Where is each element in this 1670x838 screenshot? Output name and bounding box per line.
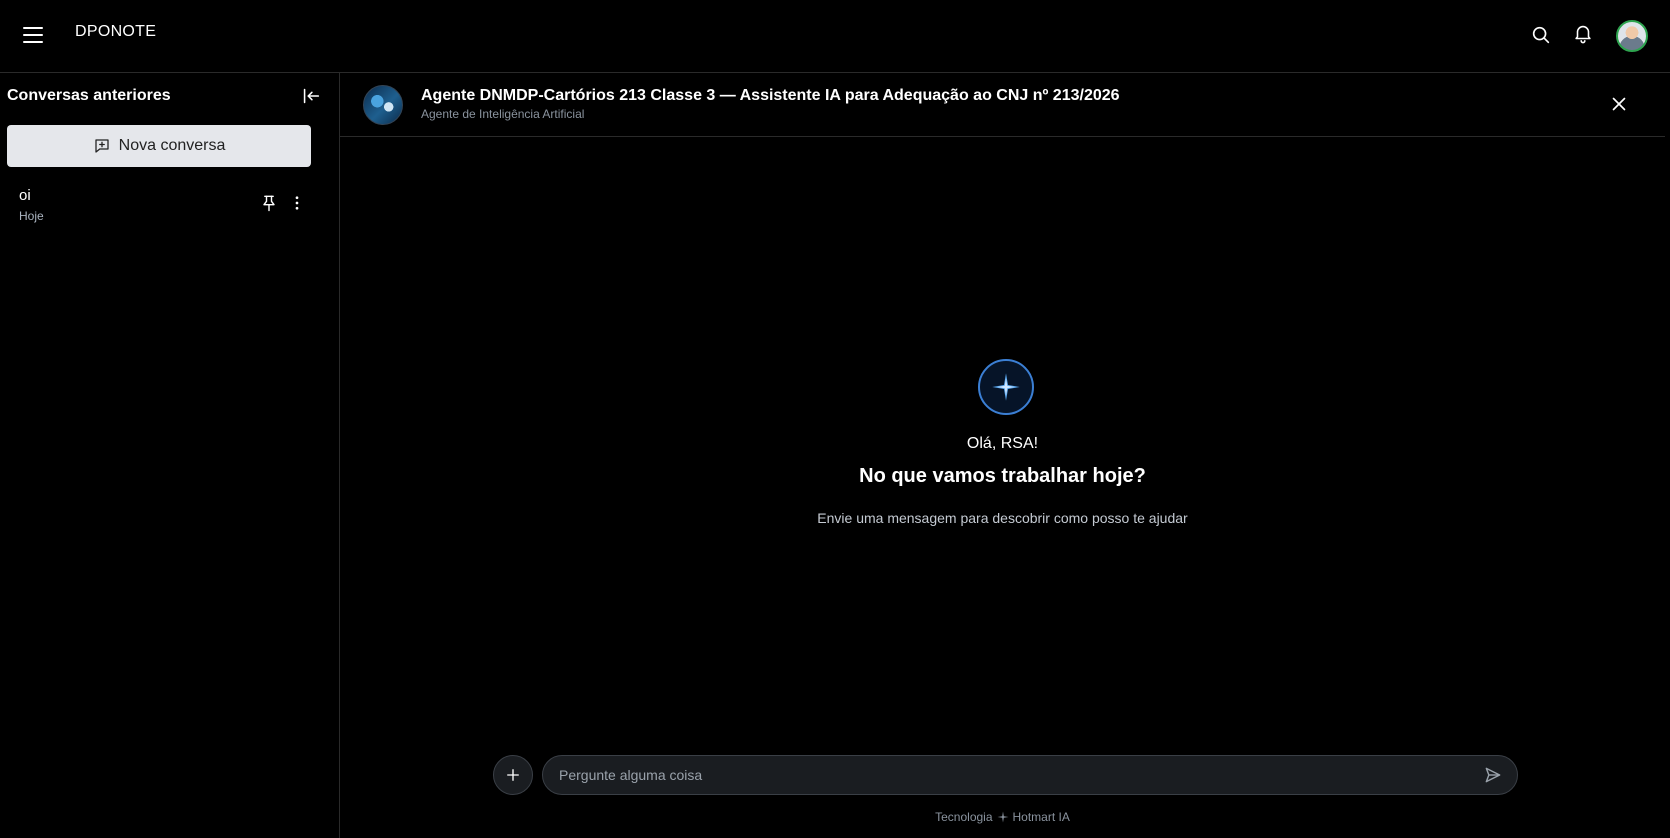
agent-subtitle: Agente de Inteligência Artificial bbox=[421, 107, 585, 121]
welcome-subline: Envie uma mensagem para descobrir como p… bbox=[817, 510, 1188, 526]
footer-credit: Tecnologia Hotmart IA bbox=[340, 810, 1665, 824]
conversation-item[interactable]: oi Hoje bbox=[0, 181, 330, 231]
welcome-headline: No que vamos trabalhar hoje? bbox=[859, 465, 1146, 487]
menu-icon[interactable] bbox=[20, 22, 46, 48]
new-chat-button[interactable]: Nova conversa bbox=[7, 125, 311, 167]
greeting-text: Olá, RSA! bbox=[966, 435, 1039, 452]
agent-avatar bbox=[363, 85, 403, 125]
composer bbox=[542, 755, 1518, 795]
more-vertical-icon[interactable] bbox=[288, 193, 306, 213]
brand-title: DPONOTE bbox=[75, 23, 157, 40]
new-chat-label: Nova conversa bbox=[118, 137, 226, 154]
send-icon[interactable] bbox=[1483, 765, 1503, 785]
agent-header: Agente DNMDP-Cartórios 213 Classe 3 — As… bbox=[340, 73, 1665, 137]
bell-icon[interactable] bbox=[1572, 22, 1594, 44]
sidebar: Conversas anteriores Nova conversa oi Ho… bbox=[0, 73, 340, 838]
pin-icon[interactable] bbox=[259, 193, 279, 213]
top-bar: DPONOTE bbox=[0, 0, 1670, 73]
close-icon[interactable] bbox=[1608, 93, 1630, 115]
chat-plus-icon bbox=[95, 139, 109, 153]
attach-button[interactable] bbox=[493, 755, 533, 795]
user-avatar[interactable] bbox=[1616, 20, 1648, 52]
agent-name: Agente DNMDP-Cartórios 213 Classe 3 — As… bbox=[421, 87, 1120, 104]
collapse-sidebar-icon[interactable] bbox=[300, 85, 322, 107]
footer-right-text: Hotmart IA bbox=[1012, 810, 1070, 824]
footer-sparkle-icon bbox=[997, 811, 1008, 823]
conversation-title: oi bbox=[19, 187, 31, 204]
chat-main: Agente DNMDP-Cartórios 213 Classe 3 — As… bbox=[340, 73, 1665, 838]
message-input[interactable] bbox=[559, 756, 1459, 794]
sidebar-title: Conversas anteriores bbox=[7, 87, 171, 104]
conversation-date: Hoje bbox=[19, 209, 44, 223]
footer-left-text: Tecnologia bbox=[935, 810, 993, 824]
search-icon[interactable] bbox=[1530, 24, 1552, 46]
sparkle-icon bbox=[978, 359, 1034, 415]
plus-icon bbox=[507, 769, 519, 781]
